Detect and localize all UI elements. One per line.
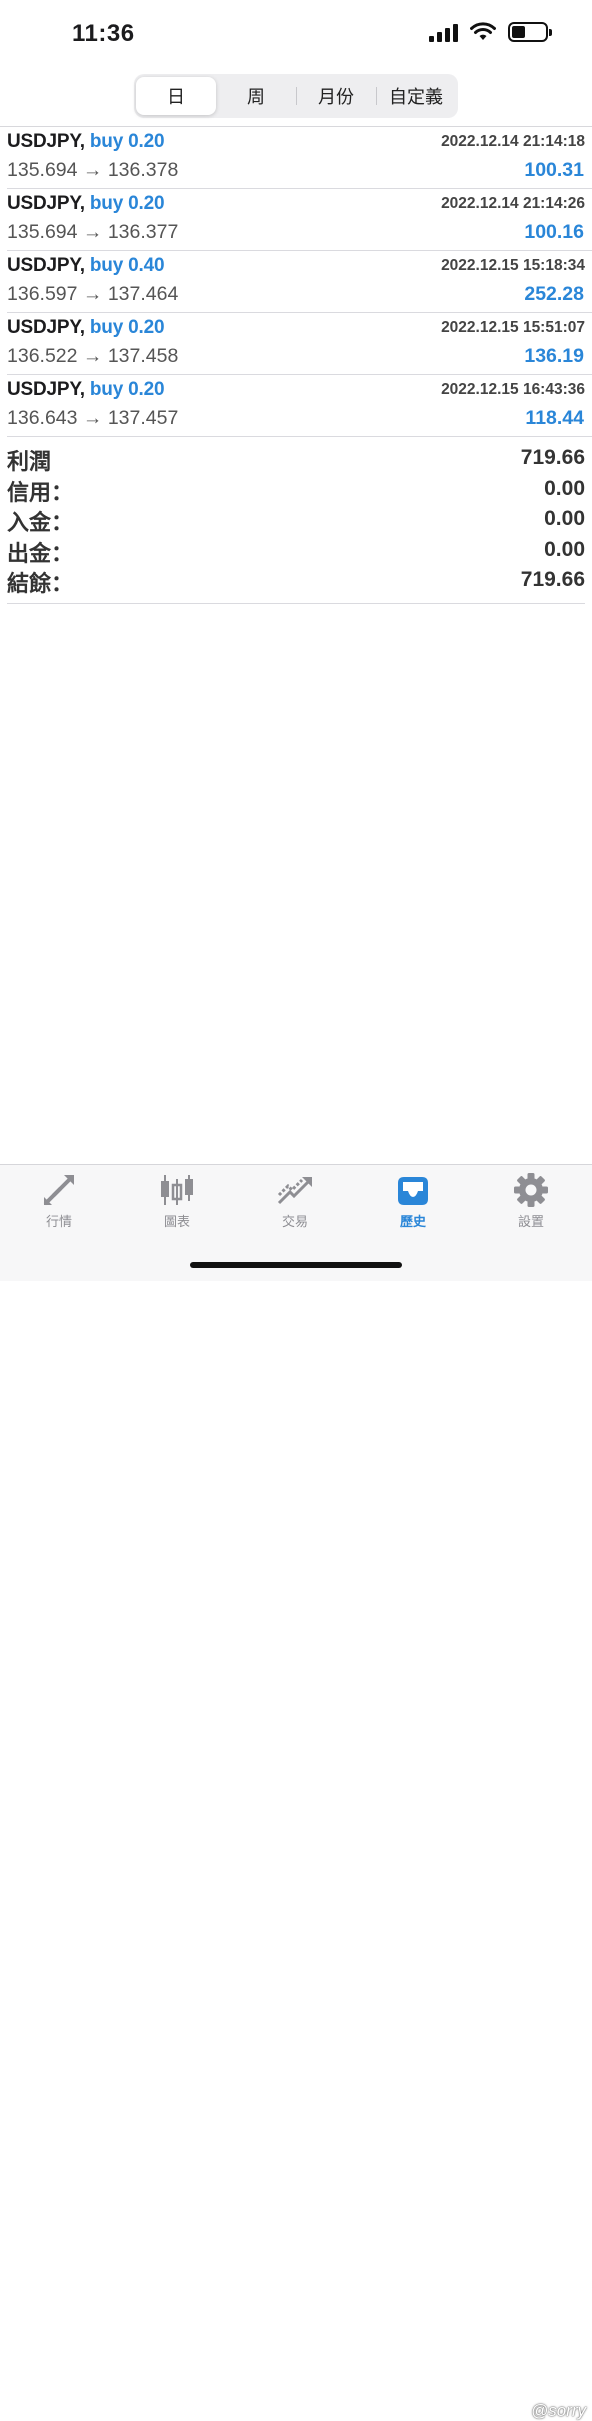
trade-symbol: USDJPY, buy 0.20	[7, 379, 165, 401]
segment-custom[interactable]: 自定義	[376, 77, 456, 115]
trade-side: buy 0.20	[89, 193, 165, 214]
account-summary: 利潤 719.66 信用： 0.00 入金： 0.00 出金： 0.00 結餘：…	[7, 444, 585, 604]
summary-balance-row: 結餘： 719.66	[7, 566, 585, 597]
trade-prices: 135.694 → 136.378	[7, 159, 179, 181]
history-inbox-icon	[398, 1177, 428, 1205]
symbol-text: USDJPY,	[7, 379, 85, 400]
trade-time: 2022.12.15 15:51:07	[441, 319, 585, 336]
candlestick-chart-icon	[161, 1175, 193, 1205]
tab-label: 行情	[45, 1214, 72, 1229]
trade-history-list: USDJPY, buy 0.20 2022.12.14 21:14:18 135…	[0, 127, 592, 437]
trade-row[interactable]: USDJPY, buy 0.20 2022.12.14 21:14:26 135…	[7, 189, 592, 251]
summary-value: 0.00	[544, 537, 585, 561]
trade-side: buy 0.20	[89, 131, 165, 152]
symbol-text: USDJPY,	[7, 193, 85, 214]
trade-profit: 252.28	[524, 283, 584, 305]
summary-value: 719.66	[520, 446, 585, 469]
summary-value: 0.00	[544, 507, 585, 530]
tab-settings[interactable]: 設置	[472, 1173, 590, 1237]
home-indicator	[190, 1262, 402, 1268]
trade-side: buy 0.40	[89, 255, 165, 276]
quotes-arrows-icon	[44, 1175, 74, 1205]
trade-prices: 136.597 → 137.464	[7, 283, 179, 305]
tab-label: 交易	[281, 1214, 308, 1229]
trade-side: buy 0.20	[89, 379, 165, 400]
tab-label: 歷史	[399, 1214, 426, 1229]
trade-symbol: USDJPY, buy 0.20	[7, 131, 165, 153]
trade-symbol: USDJPY, buy 0.20	[7, 193, 165, 215]
segment-month[interactable]: 月份	[296, 77, 376, 115]
symbol-text: USDJPY,	[7, 255, 85, 276]
summary-credit-row: 信用： 0.00	[7, 475, 585, 506]
tab-history[interactable]: 歷史	[354, 1173, 472, 1237]
period-segmented-control: 日 周 月份 自定義	[134, 74, 458, 118]
status-time: 11:36	[72, 20, 135, 47]
tab-charts[interactable]: 圖表	[118, 1173, 236, 1237]
summary-deposit-row: 入金： 0.00	[7, 505, 585, 536]
gear-icon	[514, 1173, 548, 1207]
battery-level	[512, 26, 525, 38]
segment-day[interactable]: 日	[136, 77, 216, 115]
status-bar: 11:36	[0, 0, 592, 70]
summary-profit-row: 利潤 719.66	[7, 444, 585, 475]
trade-side: buy 0.20	[89, 317, 165, 338]
trade-row[interactable]: USDJPY, buy 0.20 2022.12.15 16:43:36 136…	[7, 375, 592, 437]
tab-label: 圖表	[163, 1214, 190, 1229]
trade-time: 2022.12.15 15:18:34	[441, 257, 585, 274]
tab-quotes[interactable]: 行情	[0, 1173, 118, 1237]
summary-label: 出金：	[7, 540, 74, 566]
trade-time: 2022.12.14 21:14:26	[441, 195, 585, 212]
trade-prices: 136.643 → 137.457	[7, 407, 179, 429]
summary-label: 利潤	[7, 449, 52, 474]
trade-row[interactable]: USDJPY, buy 0.20 2022.12.15 15:51:07 136…	[7, 313, 592, 375]
trade-profit: 100.31	[524, 159, 584, 181]
summary-withdrawal-row: 出金： 0.00	[7, 536, 585, 567]
trade-row[interactable]: USDJPY, buy 0.20 2022.12.14 21:14:18 135…	[7, 127, 592, 189]
summary-label: 信用：	[7, 479, 74, 505]
trade-prices: 135.694 → 136.377	[7, 221, 179, 243]
trade-profit: 100.16	[524, 221, 584, 243]
trade-profit: 118.44	[525, 407, 584, 429]
summary-label: 入金：	[7, 510, 74, 535]
segment-week[interactable]: 周	[216, 77, 296, 115]
summary-value: 719.66	[520, 568, 585, 591]
trade-symbol: USDJPY, buy 0.20	[7, 317, 165, 339]
status-icons	[429, 22, 552, 42]
tab-trade[interactable]: 交易	[236, 1173, 354, 1237]
tab-label: 設置	[517, 1214, 544, 1229]
watermark-text: @sorry	[530, 2401, 586, 2420]
symbol-text: USDJPY,	[7, 317, 85, 338]
trade-prices: 136.522 → 137.458	[7, 345, 179, 367]
trade-trend-icon	[277, 1177, 312, 1205]
symbol-text: USDJPY,	[7, 131, 85, 152]
summary-label: 結餘：	[7, 571, 74, 596]
trade-profit: 136.19	[524, 345, 584, 367]
trade-time: 2022.12.15 16:43:36	[441, 381, 585, 398]
cellular-signal-icon	[429, 22, 458, 42]
trade-time: 2022.12.14 21:14:18	[441, 133, 585, 150]
trade-row[interactable]: USDJPY, buy 0.40 2022.12.15 15:18:34 136…	[7, 251, 592, 313]
summary-value: 0.00	[544, 476, 585, 500]
wifi-icon	[470, 22, 496, 40]
battery-icon	[508, 22, 552, 42]
trade-symbol: USDJPY, buy 0.40	[7, 255, 165, 277]
